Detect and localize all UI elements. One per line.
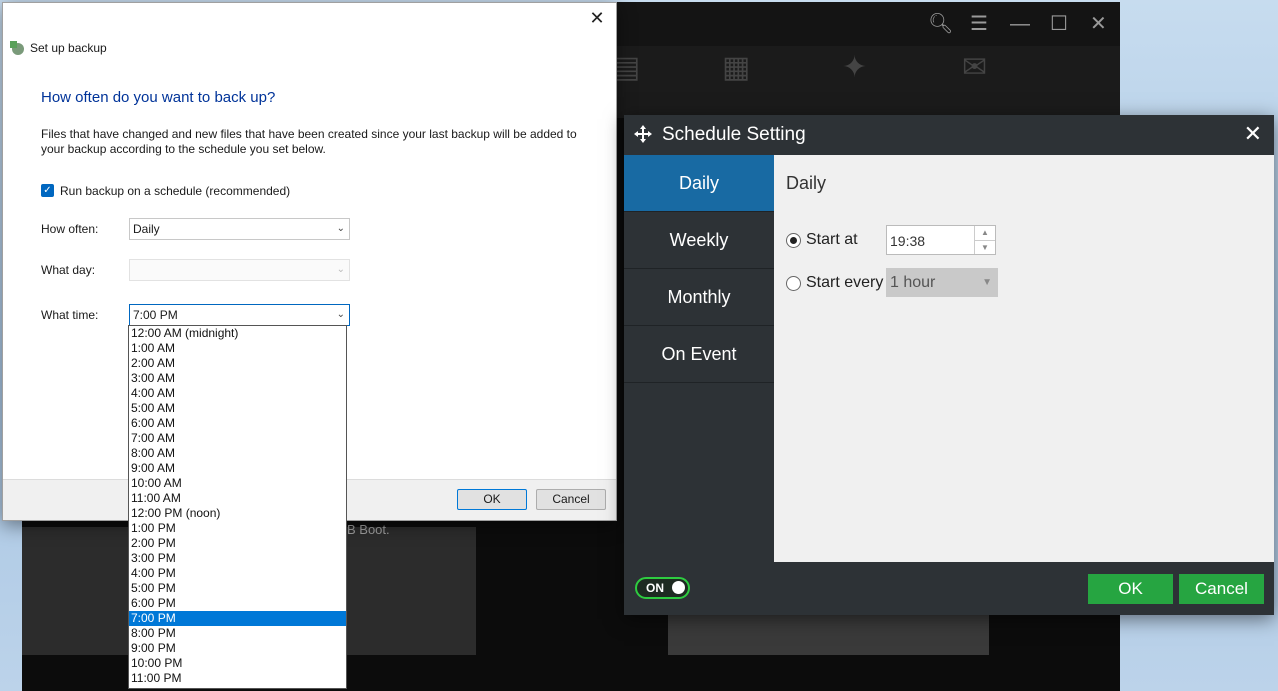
what-time-value: 7:00 PM (133, 308, 178, 322)
time-option[interactable]: 8:00 AM (129, 446, 346, 461)
chevron-down-icon: ⌄ (336, 264, 345, 275)
mail-icon[interactable]: ✉ (962, 50, 987, 85)
time-option[interactable]: 11:00 AM (129, 491, 346, 506)
dialog-heading: How often do you want to back up? (41, 89, 276, 106)
schedule-checkbox[interactable]: ✓ (41, 184, 54, 197)
time-option[interactable]: 1:00 PM (129, 521, 346, 536)
how-often-select[interactable]: Daily ⌄ (129, 218, 350, 240)
time-spinner[interactable]: ▲ ▼ (974, 226, 995, 254)
what-time-select[interactable]: 7:00 PM ⌄ (129, 304, 350, 326)
start-every-label[interactable]: Start every (806, 274, 883, 292)
dialog-description: Files that have changed and new files th… (41, 127, 577, 156)
time-option[interactable]: 3:00 PM (129, 551, 346, 566)
time-option[interactable]: 8:00 PM (129, 626, 346, 641)
move-arrows-icon (634, 125, 652, 143)
time-option[interactable]: 6:00 AM (129, 416, 346, 431)
spin-down-icon[interactable]: ▼ (975, 241, 995, 255)
how-often-label: How often: (41, 222, 99, 236)
menu-icon[interactable]: ☰ (970, 12, 988, 36)
ok-button[interactable]: OK (457, 489, 527, 510)
spin-up-icon[interactable]: ▲ (975, 226, 995, 241)
what-time-label: What time: (41, 308, 99, 322)
what-day-label: What day: (41, 263, 96, 277)
schedule-cancel-button[interactable]: Cancel (1179, 574, 1264, 604)
schedule-dialog-header: Schedule Setting ✕ (624, 115, 1274, 155)
time-option[interactable]: 12:00 PM (noon) (129, 506, 346, 521)
time-option[interactable]: 6:00 PM (129, 596, 346, 611)
time-option[interactable]: 2:00 PM (129, 536, 346, 551)
close-icon[interactable]: ✕ (1090, 12, 1107, 36)
time-dropdown-list[interactable]: 12:00 AM (midnight) 1:00 AM 2:00 AM 3:00 AM… (128, 325, 347, 689)
time-option[interactable]: 4:00 PM (129, 566, 346, 581)
dialog-title: Set up backup (30, 41, 107, 55)
time-option[interactable]: 1:00 AM (129, 341, 346, 356)
start-at-label[interactable]: Start at (806, 231, 858, 249)
nav-item-on-event[interactable]: On Event (624, 326, 774, 383)
what-day-select[interactable]: ⌄ (129, 259, 350, 281)
start-every-select[interactable]: 1 hour ▼ (886, 268, 998, 297)
schedule-dialog-footer: ON OK Cancel (624, 562, 1274, 615)
chevron-down-icon: ⌄ (336, 223, 345, 234)
close-icon[interactable]: ✕ (584, 7, 610, 29)
tools-icon[interactable]: ✦ (842, 50, 867, 85)
maximize-icon[interactable]: ☐ (1050, 12, 1068, 36)
start-every-value: 1 hour (890, 274, 936, 291)
chevron-down-icon: ▼ (982, 277, 992, 288)
time-option[interactable]: 5:00 PM (129, 581, 346, 596)
start-at-time-value: 19:38 (890, 233, 926, 249)
search-icon[interactable]: 🔍︎ (928, 12, 953, 36)
nav-item-weekly[interactable]: Weekly (624, 212, 774, 269)
cancel-button[interactable]: Cancel (536, 489, 606, 510)
time-option[interactable]: 5:00 AM (129, 401, 346, 416)
time-option[interactable]: 12:00 AM (midnight) (129, 326, 346, 341)
time-option[interactable]: 7:00 AM (129, 431, 346, 446)
on-off-toggle[interactable]: ON (635, 577, 690, 599)
schedule-nav: Daily Weekly Monthly On Event (624, 155, 774, 562)
start-every-radio[interactable] (786, 276, 801, 291)
time-option[interactable]: 2:00 AM (129, 356, 346, 371)
chevron-down-icon: ⌄ (336, 309, 345, 320)
schedule-content: Daily Start at 19:38 ▲ ▼ Start every 1 h… (774, 155, 1274, 562)
time-option[interactable]: 4:00 AM (129, 386, 346, 401)
schedule-checkbox-label[interactable]: Run backup on a schedule (recommended) (60, 184, 290, 198)
time-option[interactable]: 3:00 AM (129, 371, 346, 386)
start-at-radio[interactable] (786, 233, 801, 248)
how-often-value: Daily (133, 222, 160, 236)
time-option[interactable]: 7:00 PM (129, 611, 346, 626)
nav-item-daily[interactable]: Daily (624, 155, 774, 212)
time-option[interactable]: 9:00 PM (129, 641, 346, 656)
calendar-icon[interactable]: ▦ (722, 50, 750, 85)
minimize-icon[interactable]: — (1010, 12, 1030, 36)
schedule-setting-dialog: Schedule Setting ✕ Daily Weekly Monthly On … (624, 115, 1274, 615)
time-option[interactable]: 10:00 PM (129, 656, 346, 671)
backup-app-icon (10, 41, 24, 55)
content-heading: Daily (786, 173, 827, 193)
toggle-label: ON (646, 581, 664, 595)
time-option[interactable]: 11:00 PM (129, 671, 346, 686)
time-option[interactable]: 10:00 AM (129, 476, 346, 491)
schedule-dialog-title: Schedule Setting (662, 124, 806, 145)
start-at-time-input[interactable]: 19:38 ▲ ▼ (886, 225, 996, 255)
nav-item-monthly[interactable]: Monthly (624, 269, 774, 326)
close-icon[interactable]: ✕ (1244, 122, 1262, 146)
background-text: B Boot. (347, 522, 390, 537)
schedule-ok-button[interactable]: OK (1088, 574, 1173, 604)
toggle-knob (672, 581, 685, 594)
time-option[interactable]: 9:00 AM (129, 461, 346, 476)
